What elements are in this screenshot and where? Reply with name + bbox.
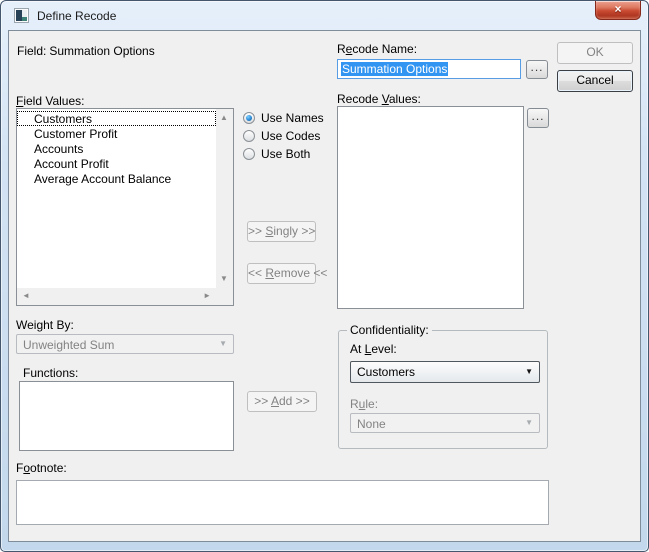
- singly-button[interactable]: >> Singly >>: [247, 221, 316, 242]
- chevron-down-icon: ▼: [525, 368, 533, 376]
- functions-label: Functions:: [23, 366, 78, 380]
- vertical-scrollbar[interactable]: ▲ ▼: [216, 109, 233, 288]
- radio-icon: [243, 112, 255, 124]
- at-level-combobox[interactable]: Customers ▼: [350, 361, 540, 383]
- dialog-body: Field:Summation Options Recode Name: Sum…: [8, 30, 641, 542]
- list-item[interactable]: Customers: [17, 111, 216, 126]
- footnote-input[interactable]: [16, 480, 549, 525]
- recode-name-input[interactable]: Summation Options: [337, 59, 521, 79]
- ok-button[interactable]: OK: [557, 42, 633, 64]
- list-item[interactable]: Customer Profit: [17, 126, 216, 141]
- scroll-down-icon[interactable]: ▼: [220, 275, 228, 283]
- chevron-down-icon: ▼: [525, 419, 533, 427]
- radio-icon: [243, 130, 255, 142]
- list-item[interactable]: Average Account Balance: [17, 171, 216, 186]
- scroll-up-icon[interactable]: ▲: [220, 114, 228, 122]
- field-info-label: Field:: [17, 44, 46, 58]
- field-info-value: Summation Options: [49, 44, 154, 58]
- field-values-label: Field Values:: [16, 94, 85, 108]
- rule-combobox[interactable]: None ▼: [350, 413, 540, 433]
- field-values-items: CustomersCustomer ProfitAccountsAccount …: [17, 109, 216, 288]
- recode-name-browse-button[interactable]: ...: [526, 60, 548, 79]
- app-icon: [14, 8, 29, 23]
- rule-label: Rule:: [350, 397, 378, 411]
- confidentiality-group: Confidentiality: At Level: Customers ▼ R…: [338, 330, 548, 449]
- footnote-label: Footnote:: [16, 461, 67, 475]
- recode-values-label: Recode Values:: [337, 92, 421, 106]
- at-level-label: At Level:: [350, 342, 397, 356]
- remove-button[interactable]: << Remove <<: [247, 263, 316, 284]
- recode-values-browse-button[interactable]: ...: [527, 108, 549, 128]
- add-button[interactable]: >> Add >>: [247, 391, 317, 412]
- scrollbar-corner: [216, 288, 233, 305]
- chevron-down-icon: ▼: [219, 340, 227, 348]
- weight-by-combobox[interactable]: Unweighted Sum ▼: [16, 334, 234, 354]
- close-button[interactable]: ×: [595, 1, 641, 20]
- scroll-left-icon[interactable]: ◄: [22, 292, 30, 300]
- scroll-right-icon[interactable]: ►: [203, 292, 211, 300]
- radio-use-names[interactable]: Use Names: [243, 111, 324, 125]
- field-info: Field:Summation Options: [17, 44, 155, 58]
- field-values-listbox[interactable]: CustomersCustomer ProfitAccountsAccount …: [16, 108, 234, 306]
- close-icon: ×: [614, 2, 621, 16]
- radio-use-both[interactable]: Use Both: [243, 147, 310, 161]
- list-item[interactable]: Accounts: [17, 141, 216, 156]
- window-title: Define Recode: [37, 9, 116, 23]
- weight-by-label: Weight By:: [16, 318, 74, 332]
- horizontal-scrollbar[interactable]: ◄ ►: [17, 288, 216, 305]
- radio-icon: [243, 148, 255, 160]
- functions-listbox[interactable]: [19, 381, 234, 451]
- title-bar[interactable]: Define Recode ×: [1, 1, 648, 30]
- confidentiality-group-label: Confidentiality:: [347, 323, 432, 337]
- ellipsis-icon: ...: [531, 109, 544, 123]
- recode-values-listbox[interactable]: [337, 106, 524, 309]
- radio-use-codes[interactable]: Use Codes: [243, 129, 320, 143]
- cancel-button[interactable]: Cancel: [557, 70, 633, 92]
- define-recode-dialog: Define Recode × Field:Summation Options …: [0, 0, 649, 552]
- ellipsis-icon: ...: [530, 60, 543, 74]
- recode-name-label: Recode Name:: [337, 42, 417, 56]
- selected-text: Summation Options: [341, 62, 448, 76]
- list-item[interactable]: Account Profit: [17, 156, 216, 171]
